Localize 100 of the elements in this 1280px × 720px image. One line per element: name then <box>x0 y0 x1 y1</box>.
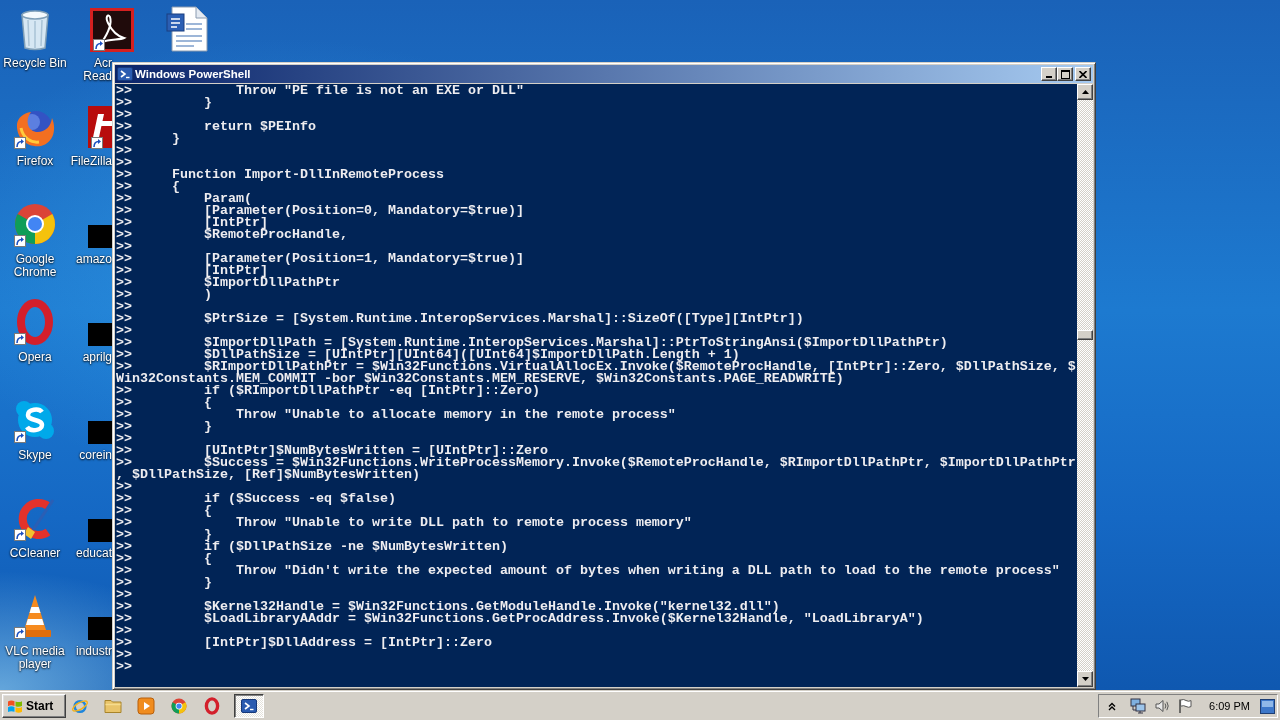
swirl-tile-icon <box>90 8 134 52</box>
code-line: if ($RImportDllPathPtr -eq [IntPtr]::Zero) <box>203 385 540 397</box>
prompt: >> <box>116 505 132 517</box>
scroll-down-button[interactable] <box>1077 671 1093 687</box>
code-line: [Parameter(Position=0, Mandatory=$true)] <box>203 205 524 217</box>
prompt: >> <box>116 145 132 157</box>
scroll-up-button[interactable] <box>1077 84 1093 100</box>
prompt: >> <box>116 445 132 457</box>
code-line: $LoadLibraryAAddr = $Win32Functions.GetProcAddress.Invoke($Kernel32Handle, "LoadLibraryA") <box>203 613 924 625</box>
prompt: >> <box>116 493 132 505</box>
desktop-shortcut[interactable]: Recycle Bin <box>3 4 67 70</box>
prompt: >> <box>116 529 132 541</box>
code-line: $DllPathSize = [UIntPtr][UInt64]([UInt64]$ImportDllPath.Length + 1) <box>203 349 740 361</box>
code-line: $Success = $Win32Functions.WriteProcessMemory.Invoke($RemoteProcHandle, $RImportDllPathPtr, $ImportDllPathPtr <box>203 457 1076 469</box>
code-line: Throw "PE file is not an EXE or DLL" <box>235 85 524 97</box>
code-line: { <box>203 553 212 565</box>
minimize-button[interactable] <box>1041 67 1057 81</box>
desktop-shortcut[interactable]: corein <box>79 396 112 462</box>
prompt: >> <box>116 157 132 169</box>
desktop-shortcut[interactable]: Opera <box>11 298 59 364</box>
prompt: >> <box>116 337 132 349</box>
code-line: } <box>172 133 180 145</box>
code-line: } <box>203 529 212 541</box>
desktop-shortcut[interactable]: Firefox <box>11 102 59 168</box>
desktop-shortcut[interactable]: aprilg <box>82 298 112 364</box>
code-line: } <box>203 97 212 109</box>
maximize-button[interactable] <box>1057 67 1073 81</box>
prompt: >> <box>116 661 132 673</box>
prompt: >> <box>116 217 132 229</box>
terminal-icon <box>117 66 133 82</box>
desktop-shortcut[interactable]: amazo <box>75 200 112 266</box>
close-button[interactable] <box>1075 67 1091 81</box>
code-line: return $PEInfo <box>203 121 316 133</box>
document-icon[interactable] <box>164 6 210 52</box>
scrollbar[interactable] <box>1077 84 1093 687</box>
flag-icon[interactable] <box>1177 698 1194 714</box>
window-title: Windows PowerShell <box>135 67 251 81</box>
play-tile-icon[interactable] <box>137 697 155 715</box>
show-desktop-icon[interactable] <box>1260 698 1275 714</box>
prompt: >> <box>116 301 132 313</box>
code-line: $RemoteProcHandle, <box>203 229 348 241</box>
folder-icon[interactable] <box>104 697 122 715</box>
prompt: >> <box>116 109 132 121</box>
o-ring-icon[interactable] <box>203 697 221 715</box>
prompt: >> <box>116 553 132 565</box>
code-line: $Kernel32Handle = $Win32Functions.GetModuleHandle.Invoke("kernel32.dll") <box>203 601 780 613</box>
code-line: Throw "Didn't write the expected amount of bytes when writing a DLL path to load to the remote process" <box>235 565 1060 577</box>
start-button[interactable]: Start <box>2 694 66 718</box>
prompt: >> <box>116 289 132 301</box>
code-line: Function Import-DllInRemoteProcess <box>172 169 444 181</box>
prompt: >> <box>116 601 132 613</box>
minimize-icon <box>1046 75 1052 78</box>
prompt: >> <box>116 313 132 325</box>
code-line: { <box>203 397 212 409</box>
desktop-shortcut[interactable]: industr <box>75 592 112 658</box>
prompt: >> <box>116 433 132 445</box>
prompt: >> <box>116 121 132 133</box>
prompt: >> <box>116 637 132 649</box>
prompt: >> <box>116 613 132 625</box>
code-line: { <box>203 505 212 517</box>
chevron-up-icon[interactable] <box>1108 701 1117 711</box>
speaker-icon[interactable] <box>1154 698 1171 714</box>
prompt: >> <box>116 397 132 409</box>
network-icon[interactable] <box>1130 698 1148 714</box>
close-icon <box>1079 70 1087 78</box>
prompt: >> <box>116 265 132 277</box>
prompt: >> <box>116 541 132 553</box>
prompt: >> <box>116 385 132 397</box>
desktop-shortcut[interactable]: educat <box>75 494 112 560</box>
desktop-shortcut[interactable]: Skype <box>11 396 59 462</box>
code-line: if ($Success -eq $false) <box>203 493 396 505</box>
segmented-circle-icon[interactable] <box>170 697 188 715</box>
desktop-shortcut[interactable]: Google Chrome <box>11 200 59 279</box>
code-line: if ($DllPathSize -ne $NumBytesWritten) <box>203 541 508 553</box>
code-line: Win32Constants.MEM_COMMIT -bor $Win32Constants.MEM_RESERVE, $Win32Constants.PAGE_READWRITE) <box>116 373 844 385</box>
code-line: [IntPtr]$DllAddress = [IntPtr]::Zero <box>203 637 492 649</box>
task-button[interactable] <box>234 694 264 718</box>
code-line: $RImportDllPathPtr = $Win32Functions.VirtualAllocEx.Invoke($RemoteProcHandle, [IntPtr]::Zero, $DllPathSize, $ <box>203 361 1076 373</box>
prompt: >> <box>116 241 132 253</box>
prompt: >> <box>116 181 132 193</box>
prompt: >> <box>116 325 132 337</box>
prompt: >> <box>116 229 132 241</box>
prompt: >> <box>116 85 132 97</box>
desktop-shortcut[interactable]: FileZilla <box>70 102 112 168</box>
clock[interactable]: 6:09 PM <box>1209 700 1250 712</box>
prompt: >> <box>116 133 132 145</box>
code-line: ) <box>203 289 212 301</box>
prompt: >> <box>116 253 132 265</box>
code-line: $ImportDllPathPtr <box>203 277 340 289</box>
prompt: >> <box>116 277 132 289</box>
maximize-icon <box>1060 69 1070 79</box>
prompt: >> <box>116 649 132 661</box>
desktop-shortcut[interactable]: VLC media player <box>5 592 65 671</box>
desktop-shortcut[interactable]: CCleaner <box>9 494 61 560</box>
prompt: >> <box>116 193 132 205</box>
scroll-thumb[interactable] <box>1077 330 1093 340</box>
code-line: $PtrSize = [System.Runtime.InteropServices.Marshal]::SizeOf([Type][IntPtr]) <box>203 313 804 325</box>
prompt: >> <box>116 421 132 433</box>
prompt: >> <box>116 589 132 601</box>
code-line: { <box>172 181 180 193</box>
